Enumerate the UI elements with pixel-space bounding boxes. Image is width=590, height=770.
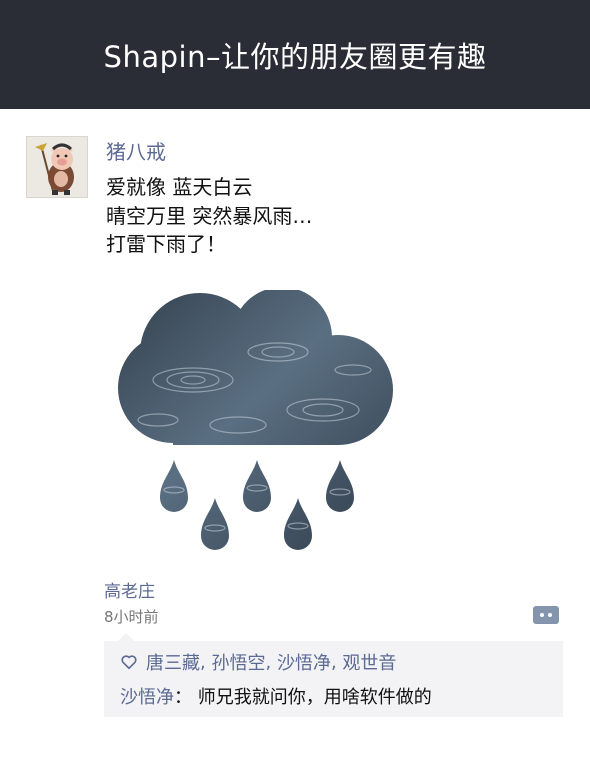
comment-button-icon	[533, 606, 559, 624]
app-header: Shapin–让你的朋友圈更有趣	[0, 0, 590, 109]
like-separator: ,	[200, 651, 206, 673]
post-line: 打雷下雨了！	[106, 232, 226, 256]
like-separator: ,	[265, 651, 272, 673]
like-name[interactable]: 唐三藏	[146, 649, 200, 675]
post-line: 爱就像 蓝天白云	[106, 175, 253, 199]
like-name[interactable]: 沙悟净	[277, 649, 331, 675]
comment-item[interactable]: 沙悟净： 师兄我就问你，用啥软件做的	[120, 683, 432, 709]
post-line: 晴空万里 突然暴风雨…	[106, 203, 313, 228]
comment-author[interactable]: 沙悟净	[120, 687, 174, 708]
heart-icon	[121, 655, 137, 670]
likes-comments-panel: 唐三藏, 孙悟空, 沙悟净, 观世音 沙悟净： 师兄我就问你，用啥软件做的	[104, 633, 563, 717]
pig-avatar-icon	[27, 137, 87, 197]
comment-icon[interactable]	[532, 604, 560, 628]
like-name[interactable]: 孙悟空	[211, 649, 265, 675]
post-time: 8小时前	[104, 608, 159, 626]
likes-row: 唐三藏, 孙悟空, 沙悟净, 观世音	[120, 649, 396, 675]
rain-cloud-image	[118, 290, 393, 550]
like-separator: ,	[330, 651, 337, 673]
comment-colon: ：	[174, 687, 192, 708]
post-location[interactable]: 高老庄	[104, 577, 155, 602]
like-name[interactable]: 观世音	[342, 649, 396, 675]
comment-text: 师兄我就问你，用啥软件做的	[197, 687, 432, 708]
post-image[interactable]	[118, 290, 398, 555]
header-title: Shapin–让你的朋友圈更有趣	[103, 39, 487, 74]
post-author-name[interactable]: 猪八戒	[106, 140, 166, 164]
avatar[interactable]	[26, 136, 88, 198]
post-content: 爱就像 蓝天白云 晴空万里 突然暴风雨… 打雷下雨了！	[106, 173, 312, 259]
